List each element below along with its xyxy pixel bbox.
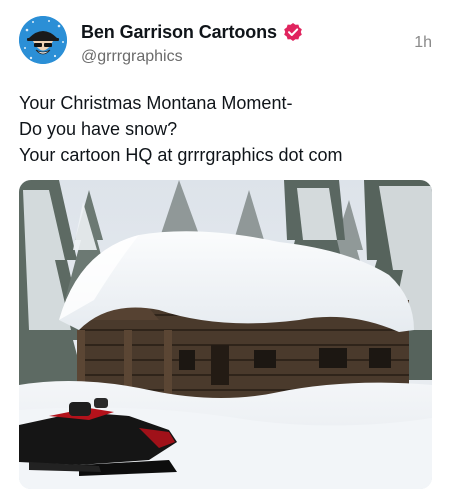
post-text-line: Your cartoon HQ at grrrgraphics dot com (19, 145, 343, 165)
verified-badge-icon (283, 22, 303, 42)
author-avatar[interactable] (19, 16, 67, 64)
post-timestamp[interactable]: 1h (414, 34, 432, 52)
snowy-log-cabin-photo (19, 180, 432, 489)
post-text-line: Your Christmas Montana Moment- (19, 93, 293, 113)
author-display-name[interactable]: Ben Garrison Cartoons (81, 22, 277, 43)
cartoon-avatar-icon (19, 16, 67, 64)
post-text-line: Do you have snow? (19, 119, 178, 139)
author-handle[interactable]: @grrrgraphics (81, 48, 391, 66)
author-info: Ben Garrison Cartoons @grrrgraphics (81, 20, 391, 66)
post-photo[interactable] (19, 180, 432, 489)
post-card[interactable]: Ben Garrison Cartoons @grrrgraphics 1h Y… (0, 0, 451, 500)
post-text: Your Christmas Montana Moment- Do you ha… (19, 90, 439, 168)
